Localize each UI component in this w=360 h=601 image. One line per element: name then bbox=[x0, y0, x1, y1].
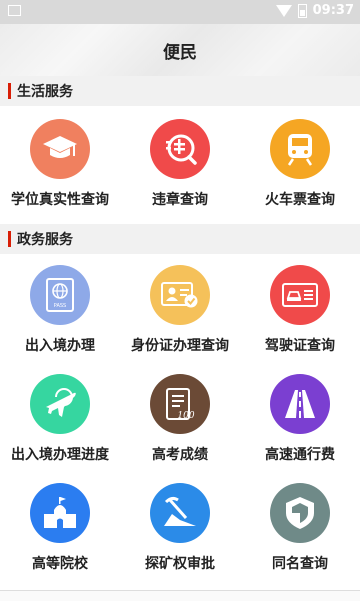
service-label: 高考成绩 bbox=[152, 447, 208, 463]
section-title: 生活服务 bbox=[17, 84, 73, 100]
service-traffic-violation[interactable]: 违章查询 bbox=[120, 119, 240, 209]
service-label: 出入境办理 bbox=[25, 338, 95, 354]
service-id-card[interactable]: 身份证办理查询 bbox=[120, 265, 240, 355]
service-label: 身份证办理查询 bbox=[131, 338, 229, 354]
service-label: 出入境办理进度 bbox=[11, 447, 109, 463]
train-icon bbox=[270, 119, 330, 179]
section-header-gov: 政务服务 bbox=[0, 224, 360, 254]
page-title: 便民 bbox=[163, 42, 197, 63]
traffic-violation-icon bbox=[150, 119, 210, 179]
wifi-icon bbox=[275, 4, 292, 17]
bottom-nav-edge bbox=[0, 590, 360, 601]
service-label: 高速通行费 bbox=[265, 447, 335, 463]
passport-icon-text: PASS bbox=[54, 303, 66, 309]
service-highway-toll[interactable]: 高速通行费 bbox=[240, 374, 360, 464]
mining-icon bbox=[150, 483, 210, 543]
section-title: 政务服务 bbox=[17, 232, 73, 248]
service-degree-verify[interactable]: 学位真实性查询 bbox=[0, 119, 120, 209]
service-label: 同名查询 bbox=[272, 556, 328, 572]
status-time: 09:37 bbox=[312, 3, 354, 18]
section-header-life: 生活服务 bbox=[0, 76, 360, 106]
service-label: 学位真实性查询 bbox=[11, 192, 109, 208]
exam-score-icon-text: 100 bbox=[177, 411, 194, 421]
section-accent-bar bbox=[8, 231, 11, 247]
service-train-ticket[interactable]: 火车票查询 bbox=[240, 119, 360, 209]
service-label: 火车票查询 bbox=[265, 192, 335, 208]
passport-icon: PASS bbox=[30, 265, 90, 325]
same-name-icon bbox=[270, 483, 330, 543]
id-card-icon bbox=[150, 265, 210, 325]
university-icon bbox=[30, 483, 90, 543]
graduation-cap-icon bbox=[30, 119, 90, 179]
service-exit-entry[interactable]: PASS 出入境办理 bbox=[0, 265, 120, 355]
service-label: 高等院校 bbox=[32, 556, 88, 572]
status-bar: 09:37 bbox=[0, 0, 360, 24]
service-label: 违章查询 bbox=[152, 192, 208, 208]
service-label: 驾驶证查询 bbox=[265, 338, 335, 354]
service-exam-score[interactable]: 100 高考成绩 bbox=[120, 374, 240, 464]
service-exit-entry-progress[interactable]: 出入境办理进度 bbox=[0, 374, 120, 464]
service-universities[interactable]: 高等院校 bbox=[0, 483, 120, 573]
exam-score-icon: 100 bbox=[150, 374, 210, 434]
service-driver-license[interactable]: 驾驶证查询 bbox=[240, 265, 360, 355]
driver-license-icon bbox=[270, 265, 330, 325]
airplane-icon bbox=[30, 374, 90, 434]
battery-icon bbox=[297, 3, 307, 18]
section-accent-bar bbox=[8, 83, 11, 99]
notification-icon bbox=[8, 5, 21, 16]
service-mining-approval[interactable]: 探矿权审批 bbox=[120, 483, 240, 573]
page-header: 便民 bbox=[0, 24, 360, 76]
service-label: 探矿权审批 bbox=[145, 556, 215, 572]
service-same-name[interactable]: 同名查询 bbox=[240, 483, 360, 573]
highway-icon bbox=[270, 374, 330, 434]
